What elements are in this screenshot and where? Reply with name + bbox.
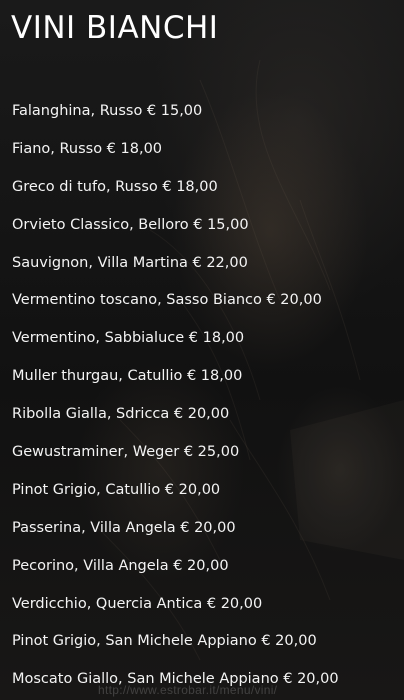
- wine-item: Pinot Grigio, San Michele Appiano € 20,0…: [12, 633, 317, 650]
- page-title: VINI BIANCHI: [11, 10, 219, 46]
- wine-item: Gewustraminer, Weger € 25,00: [12, 444, 240, 461]
- wine-list: Falanghina, Russo € 15,00 Fiano, Russo € …: [12, 101, 339, 700]
- wine-item: Pinot Grigio, Catullio € 20,00: [12, 481, 221, 498]
- watermark-url: http://www.estrobar.it/menu/vini/: [98, 683, 278, 697]
- wine-item: Greco di tufo, Russo € 18,00: [12, 178, 218, 195]
- wine-item: Fiano, Russo € 18,00: [12, 140, 163, 157]
- wine-item: Vermentino toscano, Sasso Bianco € 20,00: [12, 292, 322, 309]
- wine-item: Verdicchio, Quercia Antica € 20,00: [12, 595, 263, 612]
- wine-item: Sauvignon, Villa Martina € 22,00: [12, 254, 248, 271]
- wine-item: Orvieto Classico, Belloro € 15,00: [12, 216, 249, 233]
- wine-item: Passerina, Villa Angela € 20,00: [12, 519, 236, 536]
- wine-item: Pecorino, Villa Angela € 20,00: [12, 557, 229, 574]
- wine-item: Vermentino, Sabbialuce € 18,00: [12, 330, 245, 347]
- wine-item: Muller thurgau, Catullio € 18,00: [12, 368, 243, 385]
- wine-item: Falanghina, Russo € 15,00: [12, 103, 203, 119]
- wine-item: Ribolla Gialla, Sdricca € 20,00: [12, 406, 230, 423]
